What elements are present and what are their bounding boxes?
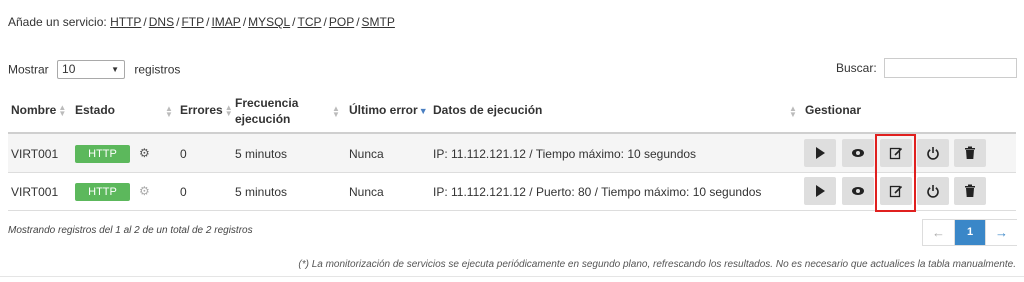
search-label: Buscar:: [835, 61, 877, 75]
add-http-link[interactable]: HTTP: [110, 15, 141, 29]
cell-frecuencia: 5 minutos: [235, 185, 288, 199]
cell-datos: IP: 11.112.121.12 / Puerto: 80 / Tiempo …: [433, 185, 762, 199]
cell-nombre: VIRT001: [11, 147, 59, 161]
row-divider: [8, 172, 1016, 173]
column-header-label: Datos de ejecución: [433, 103, 543, 117]
bottom-divider: [0, 276, 1024, 277]
view-button[interactable]: [842, 177, 874, 205]
separator: /: [356, 15, 360, 29]
trash-icon: [965, 184, 975, 197]
pagination-prev-button[interactable]: ←: [923, 220, 955, 245]
gear-icon[interactable]: ⚙: [139, 146, 150, 160]
pagination-page-1[interactable]: 1: [955, 220, 985, 245]
sort-icon[interactable]: ▲ ▼: [332, 105, 340, 119]
add-imap-link[interactable]: IMAP: [211, 15, 240, 29]
column-header-label: Gestionar: [805, 103, 862, 117]
sort-icon[interactable]: ▲ ▼: [165, 105, 173, 119]
sort-icon: ▲ ▼: [58, 102, 67, 118]
sort-icon: ▲ ▼: [224, 102, 233, 118]
status-badge: HTTP: [75, 145, 130, 163]
table-info: Mostrando registros del 1 al 2 de un tot…: [8, 225, 253, 236]
power-icon: [927, 147, 939, 160]
cell-nombre: VIRT001: [11, 185, 59, 199]
cell-errores: 0: [180, 185, 187, 199]
column-header-label: Nombre: [11, 103, 57, 117]
length-suffix-label: registros: [134, 62, 181, 77]
add-service-bar: Añade un servicio: HTTP / DNS / FTP / IMAP / MYS…: [8, 15, 395, 29]
column-header-nombre[interactable]: Nombre ▲ ▼: [11, 103, 66, 117]
separator: /: [206, 15, 210, 29]
add-tcp-link[interactable]: TCP: [298, 15, 322, 29]
pagination-next-button[interactable]: →: [985, 220, 1017, 245]
column-header-ultimo-error[interactable]: Último error▼: [349, 103, 428, 117]
chevron-down-icon: ▼: [111, 65, 120, 74]
power-button[interactable]: [917, 177, 949, 205]
footnote: (*) La monitorización de servicios se ej…: [298, 259, 1016, 270]
run-button[interactable]: [804, 139, 836, 167]
trash-icon: [965, 146, 975, 159]
run-button[interactable]: [804, 177, 836, 205]
column-header-datos[interactable]: Datos de ejecución: [433, 103, 542, 117]
power-button[interactable]: [917, 139, 949, 167]
separator: /: [242, 15, 247, 29]
column-header-errores[interactable]: Errores ▲ ▼: [180, 103, 233, 117]
cell-ultimo-error: Nunca: [349, 185, 384, 199]
eye-icon: [852, 149, 864, 157]
edit-highlight-box: [875, 134, 916, 212]
column-header-label: Errores: [180, 103, 223, 117]
column-header-estado[interactable]: Estado: [75, 103, 115, 117]
separator: /: [323, 15, 327, 29]
pagination: ← 1 →: [922, 219, 1017, 246]
search-control: Buscar:: [836, 58, 1017, 78]
delete-button[interactable]: [954, 177, 986, 205]
length-prefix-label: Mostrar: [8, 62, 49, 77]
cell-frecuencia: 5 minutos: [235, 147, 288, 161]
cell-ultimo-error: Nunca: [349, 147, 384, 161]
column-header-label: Estado: [75, 103, 116, 117]
sort-desc-icon: ▼: [418, 106, 428, 116]
add-ftp-link[interactable]: FTP: [181, 15, 204, 29]
separator: /: [143, 15, 147, 29]
length-select[interactable]: 10 ▼: [57, 60, 126, 79]
column-header-gestionar: Gestionar: [805, 103, 861, 117]
add-pop-link[interactable]: POP: [329, 15, 354, 29]
eye-icon: [852, 187, 864, 195]
gear-icon[interactable]: ⚙: [139, 184, 150, 198]
column-header-label: Último error: [349, 103, 418, 117]
add-dns-link[interactable]: DNS: [149, 15, 174, 29]
search-input[interactable]: [884, 58, 1017, 78]
play-icon: [816, 185, 825, 197]
view-button[interactable]: [842, 139, 874, 167]
column-header-label: ejecución: [235, 112, 291, 126]
add-service-label: Añade un servicio:: [8, 15, 107, 29]
power-icon: [927, 185, 939, 198]
add-mysql-link[interactable]: MYSQL: [248, 15, 290, 29]
length-select-value: 10: [62, 62, 76, 76]
delete-button[interactable]: [954, 139, 986, 167]
cell-errores: 0: [180, 147, 187, 161]
sort-icon[interactable]: ▲ ▼: [789, 105, 797, 119]
length-control: Mostrar 10 ▼ registros: [8, 60, 180, 79]
separator: /: [176, 15, 180, 29]
separator: /: [292, 15, 296, 29]
play-icon: [816, 147, 825, 159]
add-smtp-link[interactable]: SMTP: [362, 15, 395, 29]
cell-datos: IP: 11.112.121.12 / Tiempo máximo: 10 se…: [433, 147, 697, 161]
row-divider: [8, 210, 1016, 211]
column-header-label: Frecuencia: [235, 96, 299, 110]
status-badge: HTTP: [75, 183, 130, 201]
column-header-frecuencia[interactable]: Frecuencia ejecución: [235, 95, 298, 127]
